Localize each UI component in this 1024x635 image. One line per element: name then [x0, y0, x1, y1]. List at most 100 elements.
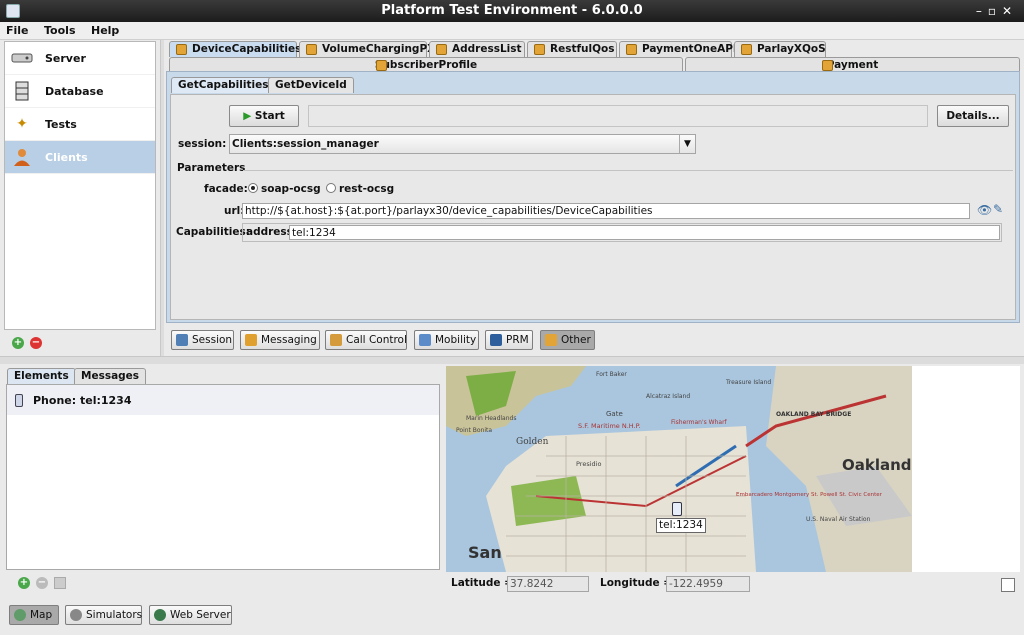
menu-file[interactable]: File: [0, 22, 35, 39]
tab-icon: [822, 60, 833, 71]
map-image[interactable]: Oakland San Golden Gate Fort Baker Alcat…: [446, 366, 912, 572]
session-icon: [176, 334, 188, 346]
start-button[interactable]: ▶ Start: [229, 105, 299, 127]
chevron-down-icon[interactable]: ▼: [679, 135, 695, 153]
pencil-icon[interactable]: ✎: [993, 202, 1003, 216]
vertical-splitter[interactable]: [160, 40, 164, 356]
latitude-field: 37.8242: [507, 576, 589, 592]
elements-actions: + −: [18, 577, 66, 589]
server-icon: [11, 47, 33, 69]
capabilities-group: address: tel:1234: [242, 223, 1002, 242]
tab-label: ParlayXQoS: [757, 43, 826, 55]
get-capabilities-form: ▶ Start Details... session: Clients:sess…: [170, 94, 1016, 320]
phone-marker-icon[interactable]: [672, 502, 682, 516]
map-settings-icon[interactable]: [1001, 578, 1015, 592]
tab-messaging[interactable]: Messaging: [240, 330, 320, 350]
longitude-label: Longitude =: [600, 577, 673, 589]
tab-label: Simulators: [86, 609, 143, 621]
radio-icon[interactable]: [326, 183, 336, 193]
radio-selected-icon[interactable]: [248, 183, 258, 193]
tab-address-list[interactable]: AddressList: [429, 41, 525, 57]
add-icon[interactable]: +: [18, 577, 30, 589]
remove-icon[interactable]: −: [30, 337, 42, 349]
sidebar-item-tests[interactable]: ✦ Tests: [5, 108, 155, 141]
parameters-heading: Parameters: [177, 162, 246, 174]
horizontal-splitter[interactable]: [0, 356, 1024, 364]
tab-mobility[interactable]: Mobility: [414, 330, 479, 350]
marker-label: tel:1234: [656, 518, 706, 533]
remove-icon[interactable]: −: [36, 577, 48, 589]
tab-icon: [436, 44, 447, 55]
sidebar-item-label: Database: [45, 84, 104, 98]
facade-option-soap[interactable]: soap-ocsg: [248, 183, 321, 195]
map-view[interactable]: Oakland San Golden Gate Fort Baker Alcat…: [446, 366, 912, 572]
tab-icon: [176, 44, 187, 55]
tab-simulators[interactable]: Simulators: [65, 605, 142, 625]
tab-icon: [306, 44, 317, 55]
tab-call-control[interactable]: Call Control: [325, 330, 407, 350]
map-label-golden: Golden: [516, 437, 549, 447]
parameters-divider: [243, 170, 1013, 171]
tab-icon: [376, 60, 387, 71]
tab-label: DeviceCapabilities: [192, 43, 302, 55]
progress-field: [308, 105, 928, 127]
session-value: Clients:session_manager: [232, 138, 379, 150]
tab-restful-qos[interactable]: RestfulQos: [527, 41, 617, 57]
tab-label: RestfulQos: [550, 43, 615, 55]
menu-help[interactable]: Help: [85, 22, 125, 39]
map-label-treasure-island: Treasure Island: [725, 379, 771, 386]
add-icon[interactable]: +: [12, 337, 24, 349]
list-item[interactable]: Phone: tel:1234: [7, 385, 439, 415]
sidebar-item-label: Clients: [45, 150, 88, 164]
tab-volume-charging-px[interactable]: VolumeChargingPX: [299, 41, 435, 57]
tab-prm[interactable]: PRM: [485, 330, 533, 350]
tab-messages[interactable]: Messages: [74, 368, 147, 384]
tab-label: Messaging: [261, 334, 317, 346]
window-title: Platform Test Environment - 6.0.0.0: [381, 3, 643, 18]
eye-icon[interactable]: 👁: [977, 203, 992, 217]
play-icon: ▶: [243, 110, 252, 122]
menu-tools[interactable]: Tools: [38, 22, 81, 39]
sidebar-item-database[interactable]: Database: [5, 75, 155, 108]
tab-label: Call Control: [346, 334, 407, 346]
session-select[interactable]: Clients:session_manager ▼: [229, 134, 696, 154]
phone-icon: [15, 393, 23, 407]
tab-web-server[interactable]: Web Server: [149, 605, 232, 625]
tab-icon: [534, 44, 545, 55]
map-label-oakland: Oakland: [842, 456, 912, 474]
tab-label: PRM: [506, 334, 529, 346]
sidebar: Server Database ✦ Tests Clients: [4, 41, 156, 330]
tab-parlayx-qos[interactable]: ParlayXQoS: [734, 41, 826, 57]
elements-panel: Elements Messages Phone: tel:1234 + −: [4, 366, 440, 599]
call-control-icon: [330, 334, 342, 346]
globe-icon: [14, 609, 26, 621]
tab-session[interactable]: Session: [171, 330, 234, 350]
address-input[interactable]: tel:1234: [289, 225, 1000, 240]
longitude-field: -122.4959: [666, 576, 750, 592]
device-capabilities-panel: GetCapabilities GetDeviceId ▶ Start Deta…: [166, 71, 1020, 323]
map-label-marin: Marin Headlands: [466, 415, 516, 422]
tab-elements[interactable]: Elements: [7, 368, 76, 384]
map-label-embarcadero: Embarcadero Montgomery St. Powell St. Ci…: [736, 492, 883, 498]
edit-icon[interactable]: [54, 577, 66, 589]
latitude-label: Latitude =: [451, 577, 513, 589]
tab-map[interactable]: Map: [9, 605, 59, 625]
tab-label: Web Server: [170, 609, 231, 621]
url-input[interactable]: http://${at.host}:${at.port}/parlayx30/d…: [242, 203, 970, 219]
tab-payment-oneapi[interactable]: PaymentOneAPI: [619, 41, 737, 57]
sidebar-item-label: Server: [45, 51, 86, 65]
map-label-alcatraz: Alcatraz Island: [646, 393, 690, 400]
app-window: Platform Test Environment - 6.0.0.0 –▫✕ …: [0, 0, 1024, 635]
tab-get-device-id[interactable]: GetDeviceId: [268, 77, 354, 93]
tab-get-capabilities[interactable]: GetCapabilities: [171, 77, 276, 93]
tab-label: Session: [192, 334, 233, 346]
window-controls[interactable]: –▫✕: [976, 0, 1018, 22]
sidebar-item-server[interactable]: Server: [5, 42, 155, 75]
details-button[interactable]: Details...: [937, 105, 1009, 127]
capabilities-label: Capabilities:: [176, 226, 250, 238]
tab-device-capabilities[interactable]: DeviceCapabilities: [169, 41, 301, 57]
sidebar-item-clients[interactable]: Clients: [5, 141, 155, 174]
facade-option-rest[interactable]: rest-ocsg: [326, 183, 394, 195]
app-icon: [6, 4, 20, 18]
tab-other[interactable]: Other: [540, 330, 595, 350]
